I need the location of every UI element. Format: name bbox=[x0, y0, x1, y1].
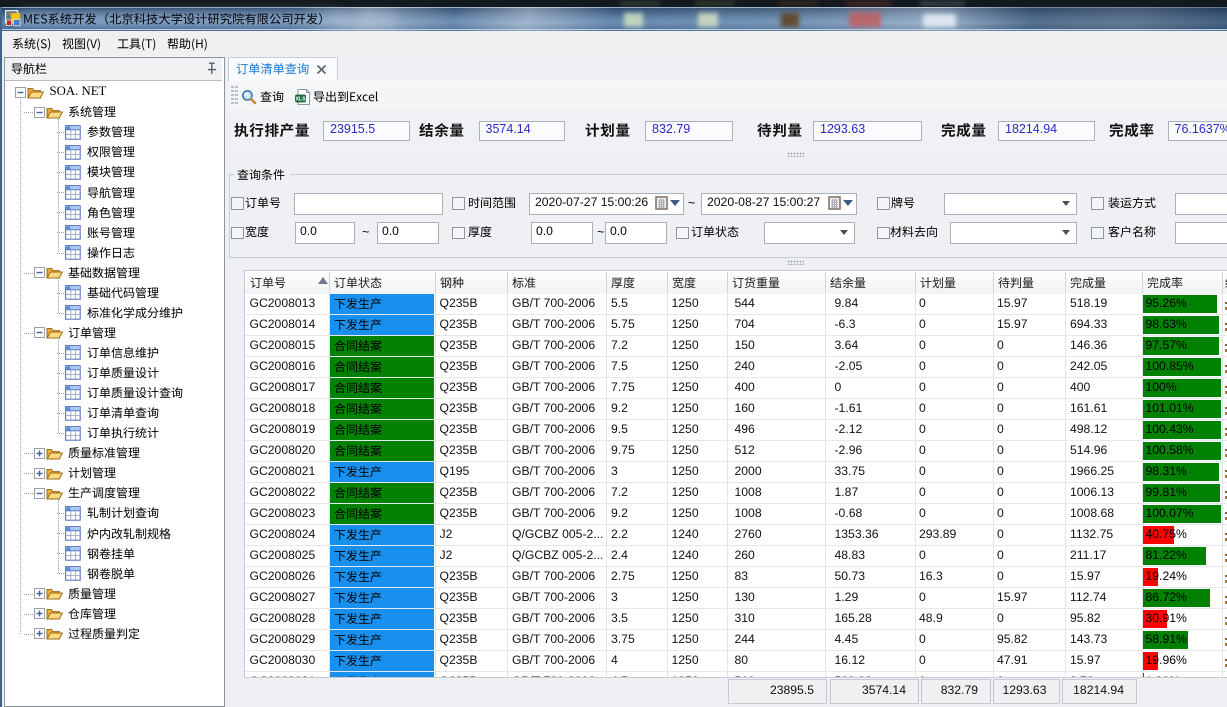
svg-text:XLS: XLS bbox=[295, 97, 306, 103]
